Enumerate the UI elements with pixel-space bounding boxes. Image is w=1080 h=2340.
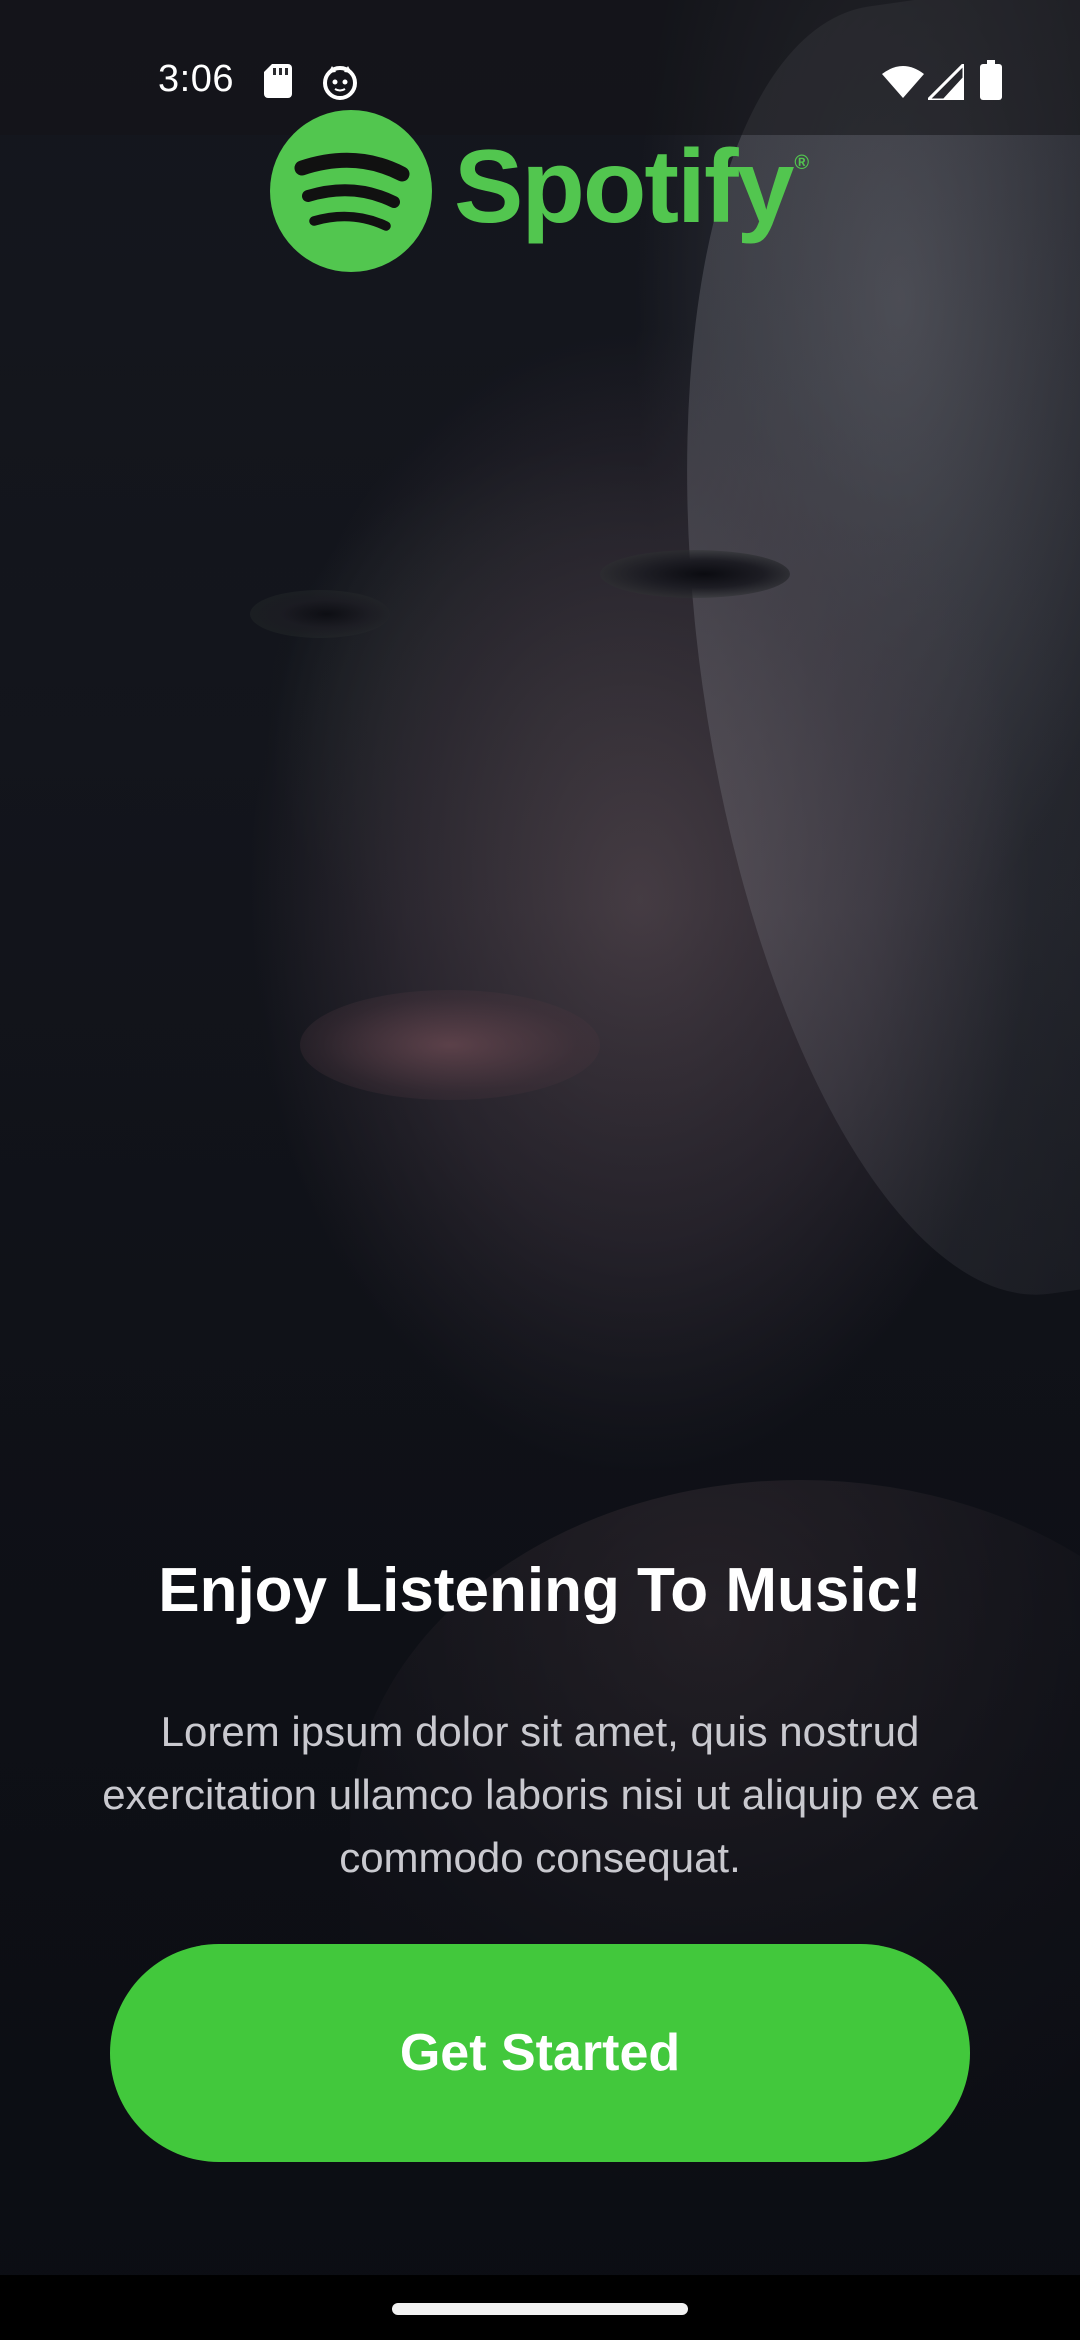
page-title: Enjoy Listening To Music! bbox=[158, 1556, 922, 1625]
battery-icon bbox=[980, 60, 1002, 100]
registered-mark: ® bbox=[794, 152, 809, 174]
wifi-icon bbox=[882, 66, 924, 98]
navigation-bar bbox=[0, 2275, 1080, 2340]
status-time: 3:06 bbox=[158, 58, 234, 100]
home-gesture-handle[interactable] bbox=[392, 2303, 688, 2315]
spotify-logo: Spotify ® bbox=[270, 108, 809, 274]
signal-icon bbox=[928, 64, 964, 100]
intro-description: Lorem ipsum dolor sit amet, quis nostrud… bbox=[102, 1708, 978, 1881]
background-dim-overlay bbox=[0, 0, 1080, 2275]
sd-card-icon bbox=[264, 64, 292, 98]
onboarding-screen: 3:06 Spotify ® Enjoy Listening To Music!… bbox=[0, 0, 1080, 2340]
get-started-button[interactable]: Get Started bbox=[110, 1944, 970, 2162]
spotify-wordmark: Spotify ® bbox=[454, 129, 809, 245]
cat-notification-icon bbox=[323, 66, 357, 100]
spotify-icon bbox=[270, 110, 432, 272]
